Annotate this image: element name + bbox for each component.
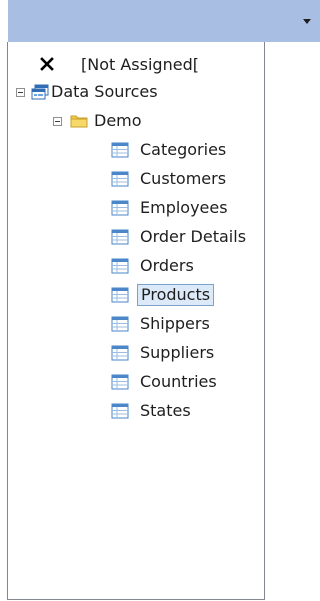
x-icon [40, 57, 54, 71]
tree-item-label: Countries [140, 372, 217, 391]
table-icon [111, 374, 129, 390]
table-icon [111, 403, 129, 419]
dropdown-arrow-icon[interactable] [300, 14, 314, 28]
table-icon [111, 229, 129, 245]
folder-icon [70, 115, 88, 128]
table-icon [111, 171, 129, 187]
tree-item-label: Products [137, 284, 215, 306]
collapse-expander-icon[interactable] [16, 88, 25, 97]
tree-item-label: States [140, 401, 191, 420]
tree-item-label: Categories [140, 140, 227, 159]
data-source-combobox[interactable] [8, 0, 320, 42]
tree-item-label: Suppliers [140, 343, 215, 362]
data-sources-icon [31, 84, 49, 100]
table-icon [111, 316, 129, 332]
table-icon [111, 142, 129, 158]
tree-item-label: Employees [140, 198, 228, 217]
collapse-expander-icon[interactable] [53, 117, 62, 126]
tree-item-label: Shippers [140, 314, 210, 333]
table-icon [111, 345, 129, 361]
table-icon [111, 287, 129, 303]
tree-item-label: [Not Assigned[ [81, 55, 199, 74]
tree-panel: [Not Assigned[ Data Sources Demo Categor… [7, 42, 265, 600]
table-icon [111, 258, 129, 274]
table-icon [111, 200, 129, 216]
tree-item-label: Customers [140, 169, 227, 188]
tree-item-label: Demo [94, 111, 142, 130]
tree-item-label: Data Sources [51, 82, 158, 101]
tree-item-label: Order Details [140, 227, 247, 246]
empty-right-area [265, 42, 320, 601]
tree-item-label: Orders [140, 256, 194, 275]
